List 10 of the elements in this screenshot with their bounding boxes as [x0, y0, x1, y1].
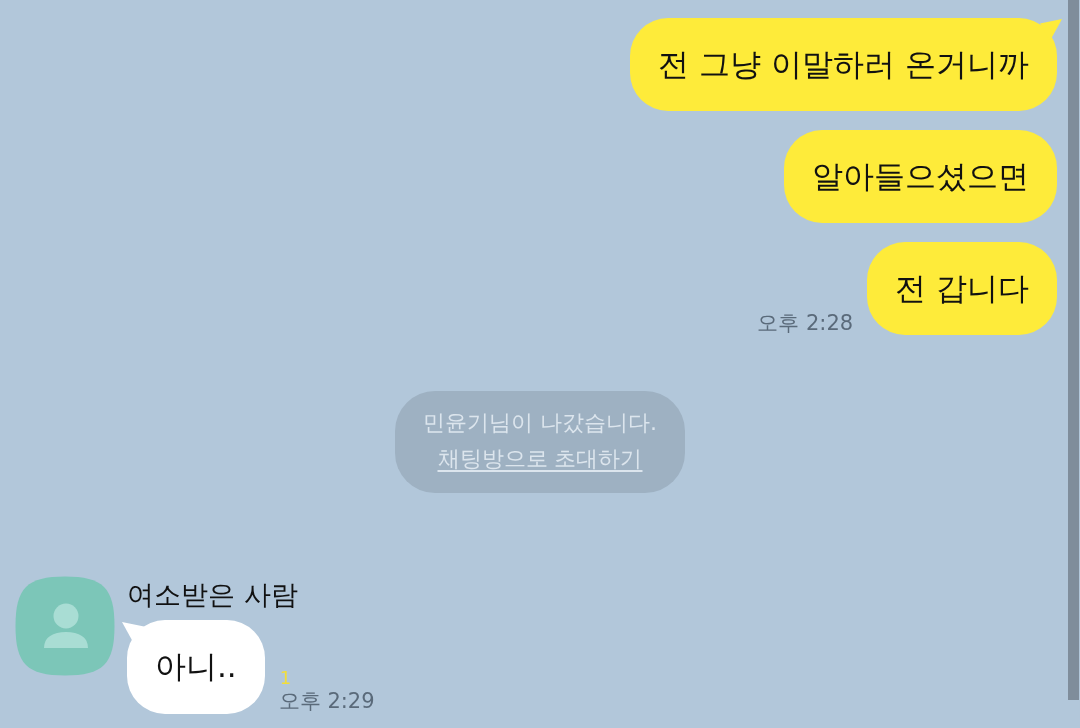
timestamp: 오후 2:28 [757, 311, 854, 335]
avatar-icon[interactable] [15, 576, 115, 676]
invite-link[interactable]: 채팅방으로 초대하기 [437, 441, 643, 477]
notice-text: 민윤기님이 나갔습니다. [423, 409, 657, 437]
unread-count: 1 [279, 667, 292, 689]
sender-name: 여소받은 사람 [127, 578, 298, 612]
timestamp: 오후 2:29 [278, 689, 375, 713]
message-bubble: 알아들으셨으면 [784, 130, 1057, 223]
message-bubble: 전 갑니다 [867, 242, 1057, 335]
scrollbar-thumb[interactable] [1068, 0, 1079, 700]
